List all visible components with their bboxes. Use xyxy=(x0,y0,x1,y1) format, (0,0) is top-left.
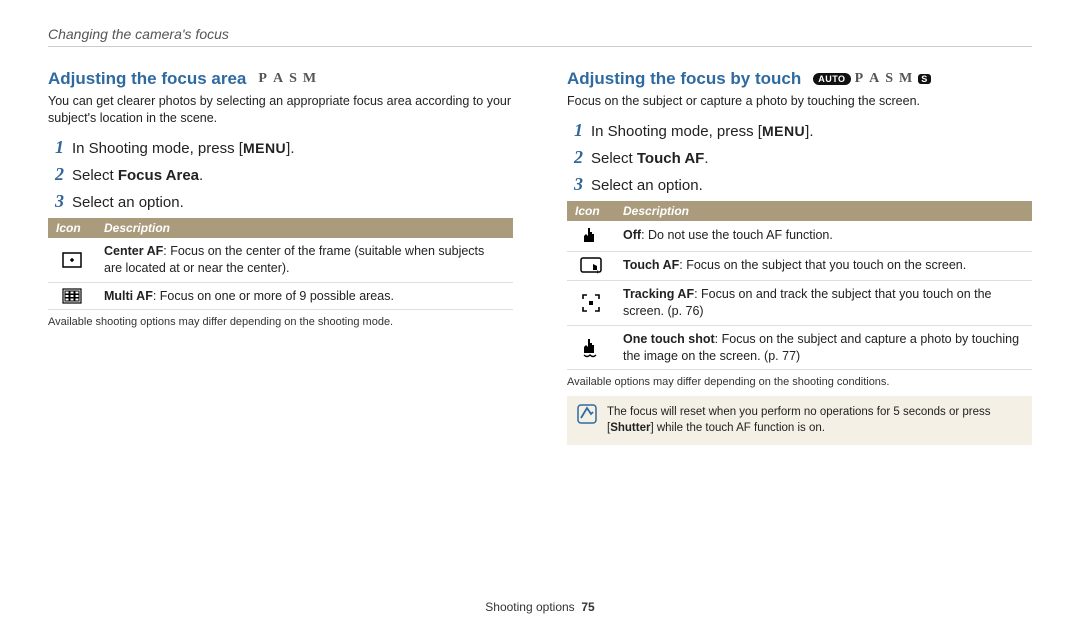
step-2: 2 Select Touch AF. xyxy=(567,147,1032,168)
step-text: ]. xyxy=(805,123,813,140)
mode-auto: AUTO xyxy=(813,73,850,85)
col-header-icon: Icon xyxy=(567,201,615,221)
tracking-af-icon xyxy=(567,280,615,325)
intro-text: You can get clearer photos by selecting … xyxy=(48,93,513,127)
step-text: Select xyxy=(72,167,118,184)
table-row: Multi AF: Focus on one or more of 9 poss… xyxy=(48,282,513,310)
menu-button-label: MENU xyxy=(762,123,805,139)
row-text: : Do not use the touch AF function. xyxy=(641,228,833,242)
mode-indicators: P A S M xyxy=(258,71,318,87)
step-2: 2 Select Focus Area. xyxy=(48,164,513,185)
step-text: In Shooting mode, press [ xyxy=(591,123,762,140)
center-af-icon xyxy=(48,238,96,282)
step-text: In Shooting mode, press [ xyxy=(72,140,243,157)
mode-indicators: AUTO P A S M S xyxy=(813,71,931,87)
step-1: 1 In Shooting mode, press [MENU]. xyxy=(567,120,1032,141)
mode-a: A xyxy=(869,71,881,87)
step-number: 1 xyxy=(567,120,583,141)
table-row: Center AF: Focus on the center of the fr… xyxy=(48,238,513,282)
off-icon xyxy=(567,221,615,252)
page-number: 75 xyxy=(581,600,594,614)
row-bold: Touch AF xyxy=(623,258,679,272)
section-heading-focus-area: Adjusting the focus area P A S M xyxy=(48,69,513,89)
col-header-desc: Description xyxy=(96,218,513,238)
step-bold: Touch AF xyxy=(637,150,705,167)
heading-text: Adjusting the focus area xyxy=(48,69,246,89)
heading-text: Adjusting the focus by touch xyxy=(567,69,801,89)
step-number: 2 xyxy=(567,147,583,168)
info-icon xyxy=(577,404,597,424)
footer-section: Shooting options xyxy=(485,600,574,614)
intro-text: Focus on the subject or capture a photo … xyxy=(567,93,1032,110)
row-bold: Multi AF xyxy=(104,289,153,303)
multi-af-icon xyxy=(48,282,96,310)
mode-scene: S xyxy=(918,74,931,84)
step-text: . xyxy=(704,150,708,167)
step-3: 3 Select an option. xyxy=(567,174,1032,195)
step-text: Select an option. xyxy=(591,177,703,194)
one-touch-shot-icon xyxy=(567,325,615,370)
mode-s: S xyxy=(885,71,895,87)
step-number: 1 xyxy=(48,137,64,158)
mode-s: S xyxy=(289,71,299,87)
col-header-desc: Description xyxy=(615,201,1032,221)
callout-bold: Shutter xyxy=(610,422,650,434)
footnote: Available shooting options may differ de… xyxy=(48,316,513,328)
mode-m: M xyxy=(303,71,318,87)
row-bold: One touch shot xyxy=(623,332,715,346)
steps-list: 1 In Shooting mode, press [MENU]. 2 Sele… xyxy=(48,137,513,212)
callout-text: ] while the touch AF function is on. xyxy=(650,422,825,434)
step-3: 3 Select an option. xyxy=(48,191,513,212)
col-header-icon: Icon xyxy=(48,218,96,238)
breadcrumb: Changing the camera's focus xyxy=(48,26,1032,42)
table-row: Off: Do not use the touch AF function. xyxy=(567,221,1032,252)
row-bold: Center AF xyxy=(104,244,163,258)
touch-af-icon: + xyxy=(567,251,615,280)
row-bold: Tracking AF xyxy=(623,287,694,301)
menu-button-label: MENU xyxy=(243,140,286,156)
focus-area-table: Icon Description Center AF: Focus on the… xyxy=(48,218,513,311)
right-column: Adjusting the focus by touch AUTO P A S … xyxy=(567,69,1032,445)
page-footer: Shooting options 75 xyxy=(0,600,1080,614)
row-text: : Focus on one or more of 9 possible are… xyxy=(153,289,394,303)
mode-a: A xyxy=(273,71,285,87)
row-bold: Off xyxy=(623,228,641,242)
step-text: Select xyxy=(591,150,637,167)
svg-text:+: + xyxy=(596,270,600,275)
step-1: 1 In Shooting mode, press [MENU]. xyxy=(48,137,513,158)
section-heading-touch-af: Adjusting the focus by touch AUTO P A S … xyxy=(567,69,1032,89)
footnote: Available options may differ depending o… xyxy=(567,376,1032,388)
touch-af-table: Icon Description Off: Do not use the tou… xyxy=(567,201,1032,371)
step-text: ]. xyxy=(286,140,294,157)
step-number: 3 xyxy=(48,191,64,212)
table-row: Tracking AF: Focus on and track the subj… xyxy=(567,280,1032,325)
step-text: . xyxy=(199,167,203,184)
table-row: + Touch AF: Focus on the subject that yo… xyxy=(567,251,1032,280)
note-callout: The focus will reset when you perform no… xyxy=(567,396,1032,444)
left-column: Adjusting the focus area P A S M You can… xyxy=(48,69,513,445)
row-text: : Focus on the subject that you touch on… xyxy=(679,258,966,272)
table-row: One touch shot: Focus on the subject and… xyxy=(567,325,1032,370)
step-text: Select an option. xyxy=(72,194,184,211)
step-number: 2 xyxy=(48,164,64,185)
step-bold: Focus Area xyxy=(118,167,199,184)
steps-list: 1 In Shooting mode, press [MENU]. 2 Sele… xyxy=(567,120,1032,195)
mode-p: P xyxy=(855,71,866,87)
mode-p: P xyxy=(258,71,269,87)
content-columns: Adjusting the focus area P A S M You can… xyxy=(48,69,1032,445)
mode-m: M xyxy=(899,71,914,87)
step-number: 3 xyxy=(567,174,583,195)
divider xyxy=(48,46,1032,47)
